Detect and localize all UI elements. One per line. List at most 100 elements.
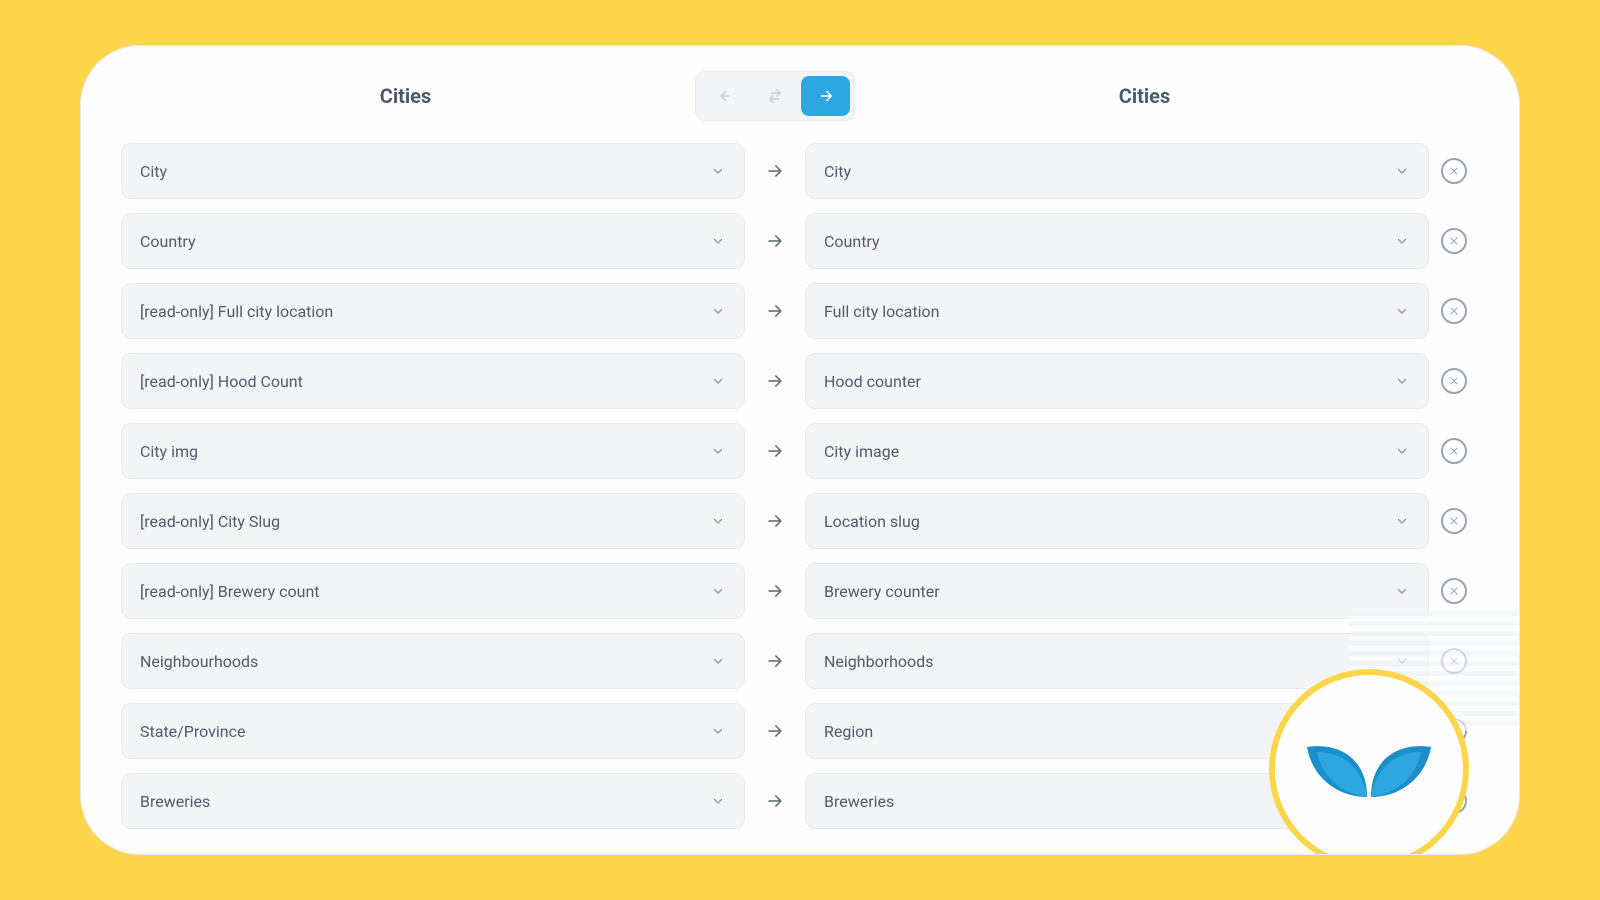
direction-left-button[interactable] bbox=[700, 76, 749, 116]
header-row: Cities Cities bbox=[111, 71, 1489, 121]
arrow-left-icon bbox=[715, 87, 733, 105]
close-icon bbox=[1448, 515, 1460, 527]
source-field-select[interactable]: City bbox=[121, 143, 745, 199]
chevron-down-icon bbox=[710, 443, 726, 459]
remove-cell bbox=[1429, 228, 1479, 254]
chevron-down-icon bbox=[1394, 373, 1410, 389]
target-field-select[interactable]: Brewery counter bbox=[805, 563, 1429, 619]
source-field-label: City bbox=[140, 162, 167, 181]
close-icon bbox=[1448, 305, 1460, 317]
target-field-label: City bbox=[824, 162, 851, 181]
remove-mapping-button[interactable] bbox=[1441, 578, 1467, 604]
remove-cell bbox=[1429, 578, 1479, 604]
source-field-label: [read-only] Brewery count bbox=[140, 582, 320, 601]
chevron-down-icon bbox=[710, 723, 726, 739]
source-field-select[interactable]: City img bbox=[121, 423, 745, 479]
chevron-down-icon bbox=[1394, 233, 1410, 249]
chevron-down-icon bbox=[1394, 513, 1410, 529]
target-field-label: Region bbox=[824, 722, 873, 741]
mapping-row: [read-only] City Slug Location slug bbox=[121, 493, 1479, 549]
source-field-label: [read-only] Full city location bbox=[140, 302, 333, 321]
mapping-row: [read-only] Hood Count Hood counter bbox=[121, 353, 1479, 409]
mapping-arrow bbox=[745, 231, 805, 251]
arrow-right-icon bbox=[765, 441, 785, 461]
arrow-right-icon bbox=[765, 791, 785, 811]
target-field-label: Breweries bbox=[824, 792, 894, 811]
remove-cell bbox=[1429, 298, 1479, 324]
chevron-down-icon bbox=[710, 653, 726, 669]
close-icon bbox=[1448, 375, 1460, 387]
arrow-right-icon bbox=[765, 231, 785, 251]
mapping-arrow bbox=[745, 721, 805, 741]
arrow-right-icon bbox=[765, 371, 785, 391]
mapping-arrow bbox=[745, 651, 805, 671]
remove-mapping-button[interactable] bbox=[1441, 368, 1467, 394]
mapping-arrow bbox=[745, 791, 805, 811]
direction-segmented-control bbox=[695, 71, 855, 121]
source-field-label: State/Province bbox=[140, 722, 245, 741]
remove-mapping-button[interactable] bbox=[1441, 158, 1467, 184]
target-field-label: Full city location bbox=[824, 302, 939, 321]
remove-mapping-button[interactable] bbox=[1441, 508, 1467, 534]
source-field-select[interactable]: Neighbourhoods bbox=[121, 633, 745, 689]
target-column-title: Cities bbox=[860, 84, 1429, 108]
target-field-select[interactable]: Country bbox=[805, 213, 1429, 269]
direction-swap-button[interactable] bbox=[751, 76, 800, 116]
chevron-down-icon bbox=[1394, 583, 1410, 599]
mapping-row: [read-only] Brewery count Brewery counter bbox=[121, 563, 1479, 619]
close-icon bbox=[1448, 165, 1460, 177]
mapping-card: Cities Cities City City Country Country [rea… bbox=[80, 45, 1520, 855]
source-field-label: Neighbourhoods bbox=[140, 652, 258, 671]
target-field-select[interactable]: Location slug bbox=[805, 493, 1429, 549]
remove-mapping-button[interactable] bbox=[1441, 298, 1467, 324]
source-field-select[interactable]: State/Province bbox=[121, 703, 745, 759]
close-icon bbox=[1448, 585, 1460, 597]
remove-cell bbox=[1429, 368, 1479, 394]
chevron-down-icon bbox=[1394, 443, 1410, 459]
mapping-arrow bbox=[745, 441, 805, 461]
arrow-right-icon bbox=[765, 651, 785, 671]
remove-cell bbox=[1429, 508, 1479, 534]
target-field-select[interactable]: Hood counter bbox=[805, 353, 1429, 409]
direction-right-button[interactable] bbox=[801, 76, 850, 116]
source-field-label: Breweries bbox=[140, 792, 210, 811]
source-field-select[interactable]: Country bbox=[121, 213, 745, 269]
target-field-select[interactable]: Full city location bbox=[805, 283, 1429, 339]
logo-icon bbox=[1307, 742, 1431, 797]
source-field-label: [read-only] City Slug bbox=[140, 512, 280, 531]
target-field-label: Brewery counter bbox=[824, 582, 940, 601]
remove-cell bbox=[1429, 438, 1479, 464]
source-field-select[interactable]: [read-only] Brewery count bbox=[121, 563, 745, 619]
mapping-arrow bbox=[745, 371, 805, 391]
arrow-right-icon bbox=[765, 511, 785, 531]
chevron-down-icon bbox=[710, 373, 726, 389]
source-field-select[interactable]: Breweries bbox=[121, 773, 745, 829]
arrow-right-icon bbox=[765, 721, 785, 741]
arrow-right-icon bbox=[817, 87, 835, 105]
source-field-select[interactable]: [read-only] Hood Count bbox=[121, 353, 745, 409]
chevron-down-icon bbox=[710, 233, 726, 249]
target-field-label: Location slug bbox=[824, 512, 920, 531]
target-field-select[interactable]: City image bbox=[805, 423, 1429, 479]
remove-mapping-button[interactable] bbox=[1441, 438, 1467, 464]
source-field-select[interactable]: [read-only] Full city location bbox=[121, 283, 745, 339]
mapping-row: NeighbourhoodsNeighborhoods bbox=[121, 633, 1479, 689]
source-field-select[interactable]: [read-only] City Slug bbox=[121, 493, 745, 549]
mapping-row: City City bbox=[121, 143, 1479, 199]
arrow-right-icon bbox=[765, 301, 785, 321]
source-field-label: Country bbox=[140, 232, 196, 251]
chevron-down-icon bbox=[710, 513, 726, 529]
arrow-right-icon bbox=[765, 581, 785, 601]
chevron-down-icon bbox=[710, 793, 726, 809]
target-field-select[interactable]: City bbox=[805, 143, 1429, 199]
source-column-title: Cities bbox=[121, 84, 690, 108]
chevron-down-icon bbox=[1394, 303, 1410, 319]
mapping-row: Country Country bbox=[121, 213, 1479, 269]
mapping-row: City img City image bbox=[121, 423, 1479, 479]
close-icon bbox=[1448, 235, 1460, 247]
target-field-label: City image bbox=[824, 442, 899, 461]
chevron-down-icon bbox=[710, 163, 726, 179]
remove-mapping-button[interactable] bbox=[1441, 228, 1467, 254]
arrow-right-icon bbox=[765, 161, 785, 181]
close-icon bbox=[1448, 445, 1460, 457]
